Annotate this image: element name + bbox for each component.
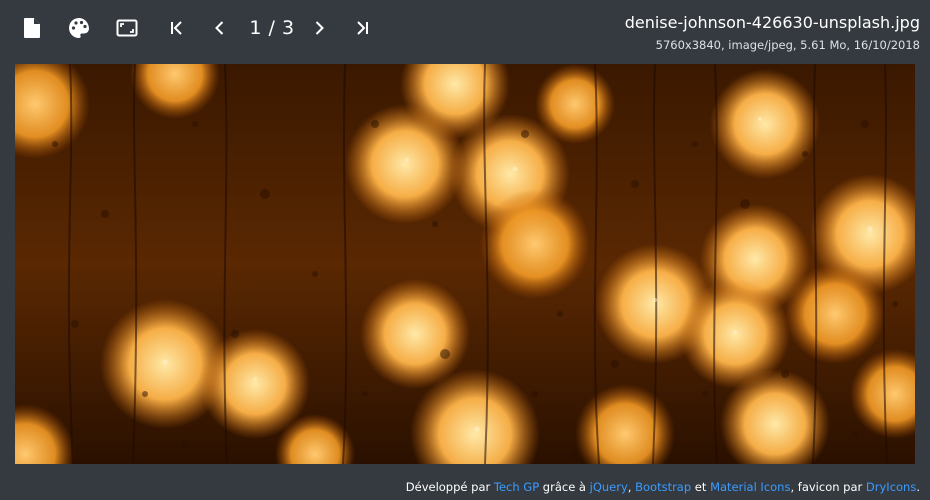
footer-and: et	[691, 480, 711, 494]
footer-prefix: Développé par	[405, 480, 494, 494]
photo-image	[15, 64, 915, 464]
footer-suffix: .	[916, 480, 920, 494]
toolbar: 1 / 3 denise-johnson-426630-unsplash.jpg…	[0, 0, 930, 64]
previous-button[interactable]	[204, 12, 236, 44]
image-viewer[interactable]	[15, 64, 915, 464]
file-button[interactable]	[16, 12, 48, 44]
first-page-icon	[171, 21, 182, 35]
palette-button[interactable]	[63, 12, 95, 44]
footer-favicon-prefix: , favicon par	[790, 480, 866, 494]
file-meta: 5760x3840, image/jpeg, 5.61 Mo, 16/10/20…	[655, 38, 920, 52]
material-icons-link[interactable]: Material Icons	[710, 480, 790, 494]
last-page-button[interactable]	[346, 12, 378, 44]
page-indicator: 1 / 3	[249, 17, 295, 39]
palette-icon	[69, 18, 89, 38]
chevron-left-icon	[215, 21, 224, 35]
author-link[interactable]: Tech GP	[494, 480, 539, 494]
footer-sep: ,	[627, 480, 636, 494]
dryicons-link[interactable]: DryIcons	[866, 480, 916, 494]
chevron-right-icon	[315, 21, 324, 35]
fit-screen-button[interactable]	[111, 12, 143, 44]
fit-screen-icon	[116, 19, 138, 37]
first-page-button[interactable]	[161, 12, 193, 44]
next-button[interactable]	[303, 12, 335, 44]
file-info: denise-johnson-426630-unsplash.jpg 5760x…	[625, 12, 920, 54]
file-icon	[24, 18, 40, 38]
bootstrap-link[interactable]: Bootstrap	[635, 480, 691, 494]
footer-credits: Développé par Tech GP grâce à jQuery, Bo…	[406, 478, 920, 496]
last-page-icon	[357, 21, 368, 35]
footer-thanks: grâce à	[539, 480, 590, 494]
jquery-link[interactable]: jQuery	[590, 480, 628, 494]
file-name: denise-johnson-426630-unsplash.jpg	[624, 13, 920, 32]
